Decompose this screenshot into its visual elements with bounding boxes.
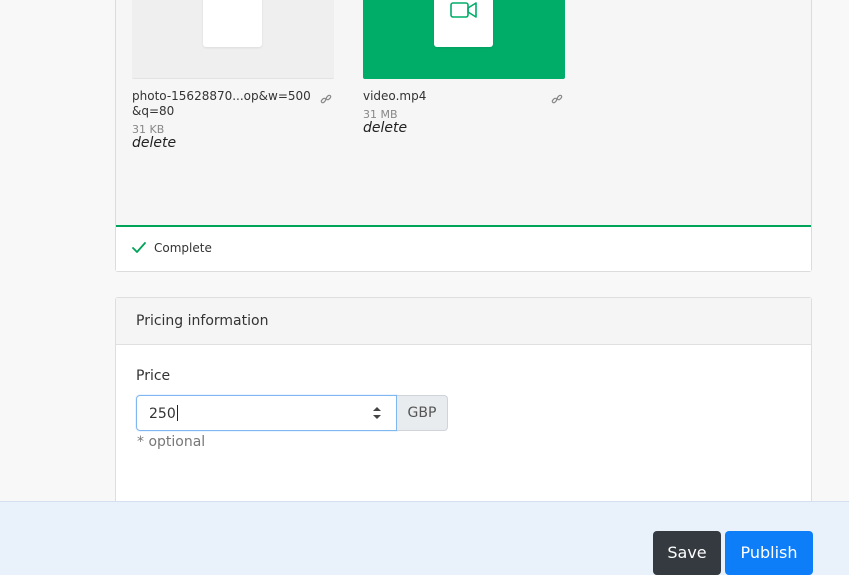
file-name: photo-15628870...op&w=500&q=80 <box>132 89 311 118</box>
file-item-video: video.mp4 31 MB delete <box>363 0 565 136</box>
file-name: video.mp4 <box>363 89 427 103</box>
action-bar: Save Publish <box>0 501 849 575</box>
price-value: 250 <box>149 406 176 422</box>
pricing-card: Pricing information Price 250 GBP * opti… <box>115 297 812 527</box>
save-button[interactable]: Save <box>653 531 721 575</box>
file-thumbnail <box>132 0 334 79</box>
delete-link[interactable]: delete <box>363 120 407 136</box>
price-input[interactable]: 250 <box>136 395 397 431</box>
price-label: Price <box>136 368 171 384</box>
currency-addon: GBP <box>397 395 448 431</box>
link-icon[interactable] <box>551 90 563 109</box>
pricing-header: Pricing information <box>116 298 811 345</box>
optional-hint: * optional <box>137 434 206 450</box>
number-spinner-icon[interactable] <box>370 404 384 422</box>
upload-status-bar: Complete <box>116 225 811 271</box>
file-thumbnail <box>363 0 565 79</box>
upload-panel: photo-15628870...op&w=500&q=80 31 KB del… <box>115 0 812 272</box>
image-preview-card <box>203 0 262 47</box>
video-preview-card <box>434 0 493 47</box>
upload-status-text: Complete <box>154 241 212 255</box>
delete-link[interactable]: delete <box>132 135 176 151</box>
video-camera-icon <box>450 2 477 18</box>
link-icon[interactable] <box>320 90 332 109</box>
publish-button[interactable]: Publish <box>725 531 813 575</box>
check-icon <box>132 242 146 253</box>
file-item-photo: photo-15628870...op&w=500&q=80 31 KB del… <box>132 0 334 151</box>
text-caret <box>176 405 178 421</box>
